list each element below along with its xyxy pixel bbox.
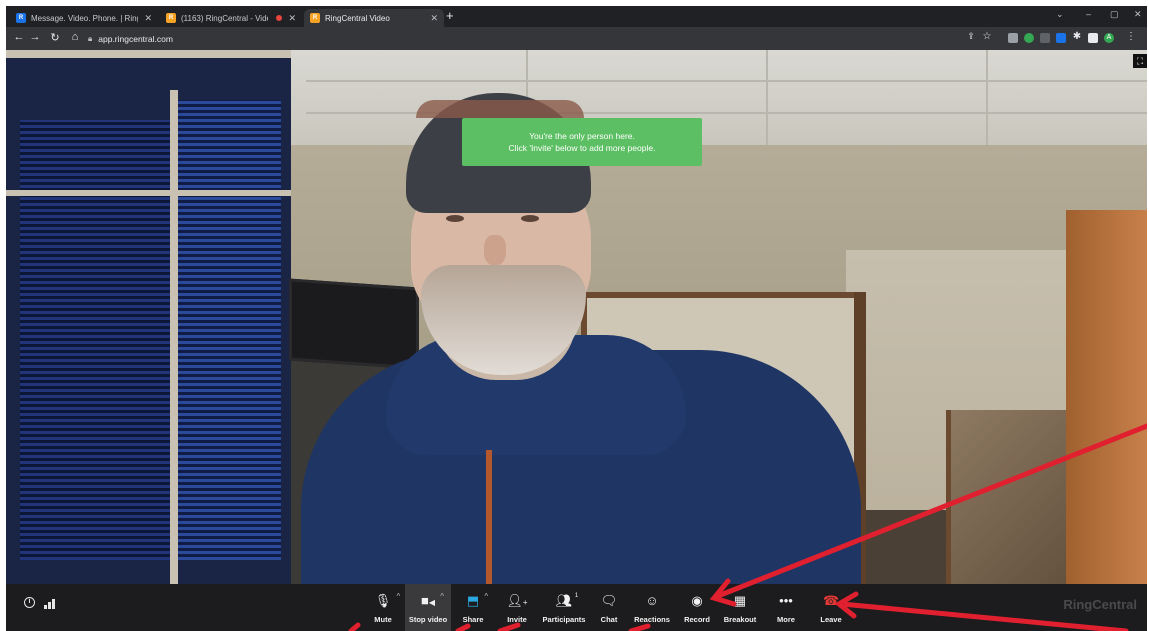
emoji-icon: ☺︎ [645, 593, 659, 608]
more-icon: ••• [779, 593, 793, 608]
close-window-icon[interactable]: ✕ [1134, 9, 1142, 20]
leave-label: Leave [820, 615, 842, 624]
microphone-icon: 🎙︎ ^ [375, 592, 401, 609]
browser-toolbar: ← → ↻ ⌂ 🔒︎ app.ringcentral.com ⇪ ☆ ✱ A ⋮ [6, 27, 1147, 50]
video-wall-tv [289, 278, 419, 370]
lock-icon[interactable]: 🔒︎ [88, 34, 92, 44]
tab-title: RingCentral Video [325, 13, 390, 23]
invite-label: Invite [507, 615, 527, 624]
mute-label: Mute [374, 615, 392, 624]
extension-icon[interactable] [1040, 33, 1050, 43]
extension-icon[interactable] [1056, 33, 1066, 43]
reload-icon[interactable]: ↻ [48, 31, 62, 44]
extension-icon[interactable] [1008, 33, 1018, 43]
tab-title: (1163) RingCentral - Video [181, 13, 269, 23]
stop-video-label: Stop video [408, 615, 448, 624]
back-icon[interactable]: ← [12, 31, 26, 43]
meeting-control-bar: i 🎙︎ ^ Mute ■◀ ^ Stop video ⬒ ^ Share 👤︎+ I… [6, 584, 1147, 631]
chat-button[interactable]: 🗨︎ Chat [594, 584, 624, 631]
extension-icon[interactable] [1024, 33, 1034, 43]
participants-count-badge: 1 [574, 593, 579, 599]
add-person-icon: 👤︎+ [506, 593, 528, 608]
breakout-button[interactable]: ▦ Breakout [720, 584, 760, 631]
fullscreen-icon[interactable]: ⛶ [1133, 54, 1147, 68]
video-wood-cabinet [1066, 210, 1147, 584]
ringcentral-favicon-icon: R [166, 13, 176, 23]
leave-button[interactable]: ☎︎ Leave [816, 584, 846, 631]
chevron-up-icon[interactable]: ^ [396, 589, 400, 605]
mute-button[interactable]: 🎙︎ ^ Mute [368, 584, 401, 631]
close-tab-icon[interactable]: ✕ [288, 13, 296, 24]
phone-hangup-icon: ☎︎ [822, 593, 840, 608]
reactions-label: Reactions [634, 615, 670, 624]
person-zipper [486, 450, 492, 584]
share-screen-icon: ⬒ ^ [467, 592, 488, 609]
more-button[interactable]: ••• More [771, 584, 801, 631]
close-tab-icon[interactable]: ✕ [430, 13, 438, 24]
chat-label: Chat [600, 615, 618, 624]
share-page-icon[interactable]: ⇪ [964, 31, 978, 42]
screenshot-frame: R Message. Video. Phone. | RingCe ✕ R (1… [6, 6, 1147, 631]
record-button[interactable]: ◉ Record [680, 584, 714, 631]
chat-icon: 🗨︎ [600, 593, 618, 608]
stop-video-button[interactable]: ■◀ ^ Stop video [405, 584, 451, 631]
browser-menu-icon[interactable]: ⋮ [1124, 31, 1138, 42]
ringcentral-logo: RingCentral [1063, 597, 1137, 612]
invite-button[interactable]: 👤︎+ Invite [502, 584, 532, 631]
close-tab-icon[interactable]: ✕ [144, 13, 152, 24]
bookmark-star-icon[interactable]: ☆ [980, 31, 994, 42]
browser-tab-message[interactable]: R Message. Video. Phone. | RingCe ✕ [10, 9, 158, 27]
tab-search-icon[interactable]: ⌄ [1056, 9, 1064, 20]
record-icon: ◉ [691, 593, 703, 608]
person-nose [484, 235, 506, 265]
restore-icon[interactable]: ▢ [1110, 9, 1119, 20]
url-text: app.ringcentral.com [98, 33, 173, 44]
breakout-label: Breakout [723, 615, 757, 624]
new-tab-icon[interactable]: + [446, 8, 454, 23]
chevron-up-icon[interactable]: ^ [484, 589, 488, 605]
self-video-feed: You're the only person here. Click 'Invi… [6, 50, 1147, 584]
home-icon[interactable]: ⌂ [68, 31, 82, 43]
record-label: Record [684, 615, 710, 624]
participants-icon: 👥︎ 1 [556, 593, 579, 609]
video-window-wall [6, 50, 291, 584]
side-panel-icon[interactable] [1088, 33, 1098, 43]
share-label: Share [462, 615, 484, 624]
recording-dot-icon [276, 15, 283, 21]
tab-title: Message. Video. Phone. | RingCe [31, 13, 138, 23]
signal-strength-icon[interactable] [44, 597, 58, 609]
breakout-icon: ▦ [733, 593, 747, 608]
chevron-up-icon[interactable]: ^ [440, 589, 444, 605]
ringcentral-favicon-icon: R [310, 13, 320, 23]
extensions-puzzle-icon[interactable]: ✱ [1070, 31, 1084, 42]
address-bar[interactable]: 🔒︎ app.ringcentral.com [88, 30, 958, 47]
browser-tab-strip: R Message. Video. Phone. | RingCe ✕ R (1… [6, 6, 1147, 27]
only-person-notification: You're the only person here. Click 'Invi… [462, 118, 702, 166]
ringcentral-favicon-icon: R [16, 13, 26, 23]
person-cap-band [416, 100, 584, 118]
notification-line-2: Click 'Invite' below to add more people. [508, 143, 656, 153]
minimize-icon[interactable]: – [1086, 9, 1091, 19]
reactions-button[interactable]: ☺︎ Reactions [630, 584, 674, 631]
info-icon[interactable]: i [24, 597, 35, 608]
notification-line-1: You're the only person here. [529, 131, 635, 141]
more-label: More [777, 615, 795, 624]
profile-avatar[interactable]: A [1104, 33, 1114, 43]
participants-label: Participants [542, 615, 586, 624]
participants-button[interactable]: 👥︎ 1 Participants [540, 584, 588, 631]
person-eye [446, 215, 464, 222]
person-eye [521, 215, 539, 222]
share-button[interactable]: ⬒ ^ Share [458, 584, 489, 631]
video-blinds [176, 100, 281, 560]
forward-icon[interactable]: → [28, 31, 42, 43]
video-blinds [20, 120, 170, 560]
browser-tab-ringcentral-video[interactable]: R RingCentral Video ✕ [304, 9, 444, 27]
camera-icon: ■◀ ^ [421, 592, 444, 609]
browser-tab-video-recording[interactable]: R (1163) RingCentral - Video ✕ [160, 9, 302, 27]
